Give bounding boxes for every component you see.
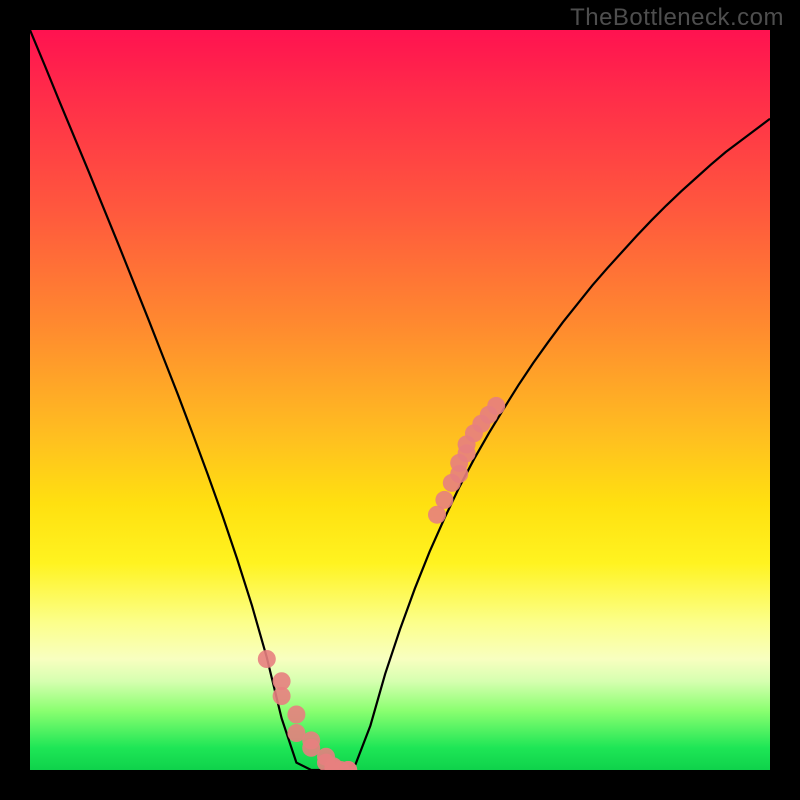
data-marker: [435, 491, 453, 509]
chart-frame: TheBottleneck.com: [0, 0, 800, 800]
chart-svg: [30, 30, 770, 770]
watermark-text: TheBottleneck.com: [570, 4, 784, 32]
data-marker: [258, 650, 276, 668]
bottleneck-curve: [30, 30, 770, 770]
data-marker: [487, 397, 505, 415]
data-marker: [287, 706, 305, 724]
marker-group: [258, 397, 505, 770]
data-marker: [273, 687, 291, 705]
plot-area: [30, 30, 770, 770]
